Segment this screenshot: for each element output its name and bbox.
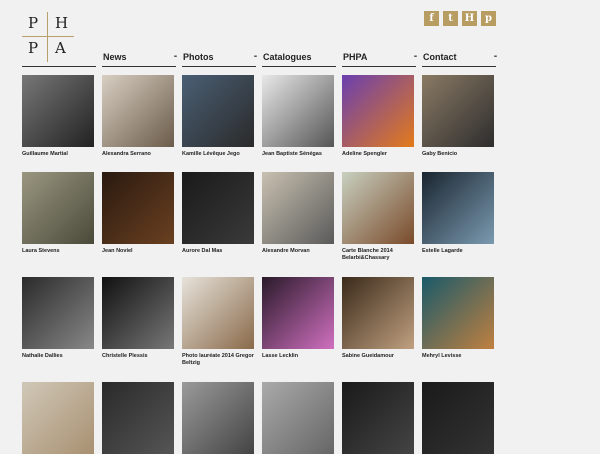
nav-item-label: Catalogues (263, 52, 312, 62)
photographer-thumbnail[interactable] (22, 172, 94, 244)
photographer-thumbnail[interactable] (342, 382, 414, 454)
photographer-card[interactable] (182, 382, 254, 454)
photographer-thumbnail[interactable] (182, 172, 254, 244)
photographer-name[interactable]: Aurore Dal Mas (182, 248, 254, 255)
photographer-thumbnail[interactable] (342, 277, 414, 349)
logo-letter: H (55, 14, 69, 32)
photographer-name[interactable]: Alexandre Morvan (262, 248, 334, 255)
photographer-card[interactable]: Estelle Lagarde (422, 172, 494, 255)
photographer-name[interactable]: Adeline Spengler (342, 151, 414, 158)
nav-item-phpa[interactable]: PHPA ▪▪ (342, 52, 417, 67)
nav-dots-icon: ▪▪ (493, 54, 497, 60)
nav-item-label: Photos (183, 52, 214, 62)
photographer-name[interactable]: Nathalie Dallies (22, 353, 94, 360)
photographer-card[interactable]: Photo lauréate 2014 Gregor Beltzig (182, 277, 254, 367)
photographer-thumbnail[interactable] (182, 277, 254, 349)
photographer-name[interactable]: Photo lauréate 2014 Gregor Beltzig (182, 353, 254, 367)
photographer-thumbnail[interactable] (422, 75, 494, 147)
photographer-name[interactable]: Christelle Plessis (102, 353, 174, 360)
nav-item-label: PHPA (343, 52, 368, 62)
nav-item-label: News (103, 52, 127, 62)
photographer-thumbnail[interactable] (22, 382, 94, 454)
photographer-name[interactable]: Estelle Lagarde (422, 248, 494, 255)
nav-item-label: Contact (423, 52, 457, 62)
photographer-card[interactable] (422, 382, 494, 454)
logo-horizontal-line (22, 36, 74, 37)
photographer-name[interactable]: Sabine Gueidamour (342, 353, 414, 360)
logo-letter: A (55, 39, 66, 57)
photographer-thumbnail[interactable] (262, 382, 334, 454)
photographer-thumbnail[interactable] (422, 382, 494, 454)
photographer-thumbnail[interactable] (422, 172, 494, 244)
photographer-thumbnail[interactable] (102, 172, 174, 244)
photographer-card[interactable]: Sabine Gueidamour (342, 277, 414, 360)
logo-vertical-line (47, 12, 48, 62)
nav-item-contact[interactable]: Contact ▪▪ (422, 52, 497, 67)
photographer-name[interactable]: Guillaume Martial (22, 151, 94, 158)
nav-item-news[interactable]: News ▪▪ (102, 52, 177, 67)
nav-item-catalogues[interactable]: Catalogues (262, 52, 336, 67)
photographer-thumbnail[interactable] (422, 277, 494, 349)
photographer-card[interactable]: Jean Noviel (102, 172, 174, 255)
photographer-card[interactable]: Jean Baptiste Sénégas (262, 75, 334, 158)
photographer-card[interactable]: Lasse Lecklin (262, 277, 334, 360)
facebook-icon[interactable]: f (424, 11, 439, 26)
photographer-thumbnail[interactable] (102, 277, 174, 349)
nav-dots-icon: ▪▪ (173, 54, 177, 60)
photographer-card[interactable]: Adeline Spengler (342, 75, 414, 158)
photographer-thumbnail[interactable] (22, 75, 94, 147)
photographer-thumbnail[interactable] (22, 277, 94, 349)
photographer-thumbnail[interactable] (262, 277, 334, 349)
logo-letter: P (28, 14, 39, 32)
photographer-thumbnail[interactable] (342, 75, 414, 147)
photographer-card[interactable]: Nathalie Dallies (22, 277, 94, 360)
nav-dots-icon: ▪▪ (413, 54, 417, 60)
photographer-card[interactable]: Alexandra Serrano (102, 75, 174, 158)
photographer-card[interactable] (22, 382, 94, 454)
photographer-card[interactable] (262, 382, 334, 454)
photographer-name[interactable]: Carte Blanche 2014 Belarbi&Chassary (342, 248, 414, 262)
twitter-icon[interactable]: t (443, 11, 458, 26)
photographer-name[interactable]: Kamille Lévêque Jego (182, 151, 254, 158)
photographer-card[interactable]: Gaby Benicio (422, 75, 494, 158)
photographer-name[interactable]: Laura Stevens (22, 248, 94, 255)
photographer-card[interactable] (342, 382, 414, 454)
photographer-card[interactable]: Christelle Plessis (102, 277, 174, 360)
photographer-thumbnail[interactable] (342, 172, 414, 244)
photographer-card[interactable]: Alexandre Morvan (262, 172, 334, 255)
photographer-thumbnail[interactable] (182, 75, 254, 147)
photographer-card[interactable]: Laura Stevens (22, 172, 94, 255)
photographer-card[interactable]: Mehryl Levisse (422, 277, 494, 360)
photographer-card[interactable]: Kamille Lévêque Jego (182, 75, 254, 158)
photographer-name[interactable]: Jean Noviel (102, 248, 174, 255)
photographer-name[interactable]: Jean Baptiste Sénégas (262, 151, 334, 158)
photographer-card[interactable]: Aurore Dal Mas (182, 172, 254, 255)
logo-letter: P (28, 39, 39, 57)
photographer-thumbnail[interactable] (182, 382, 254, 454)
photographer-name[interactable]: Lasse Lecklin (262, 353, 334, 360)
photographer-card[interactable] (102, 382, 174, 454)
photographer-thumbnail[interactable] (102, 382, 174, 454)
photographer-thumbnail[interactable] (262, 172, 334, 244)
social-links: f t H p (424, 11, 496, 26)
photographer-thumbnail[interactable] (102, 75, 174, 147)
photographer-name[interactable]: Gaby Benicio (422, 151, 494, 158)
photographer-card[interactable]: Guillaume Martial (22, 75, 94, 158)
photographer-name[interactable]: Alexandra Serrano (102, 151, 174, 158)
photographer-thumbnail[interactable] (262, 75, 334, 147)
pinterest-icon[interactable]: p (481, 11, 496, 26)
nav-item-photos[interactable]: Photos ▪▪ (182, 52, 257, 67)
logo-underline (22, 66, 96, 67)
photographer-card[interactable]: Carte Blanche 2014 Belarbi&Chassary (342, 172, 414, 262)
phpa-logo[interactable]: P H P A (22, 12, 74, 62)
h-icon[interactable]: H (462, 11, 477, 26)
photographer-name[interactable]: Mehryl Levisse (422, 353, 494, 360)
nav-dots-icon: ▪▪ (253, 54, 257, 60)
